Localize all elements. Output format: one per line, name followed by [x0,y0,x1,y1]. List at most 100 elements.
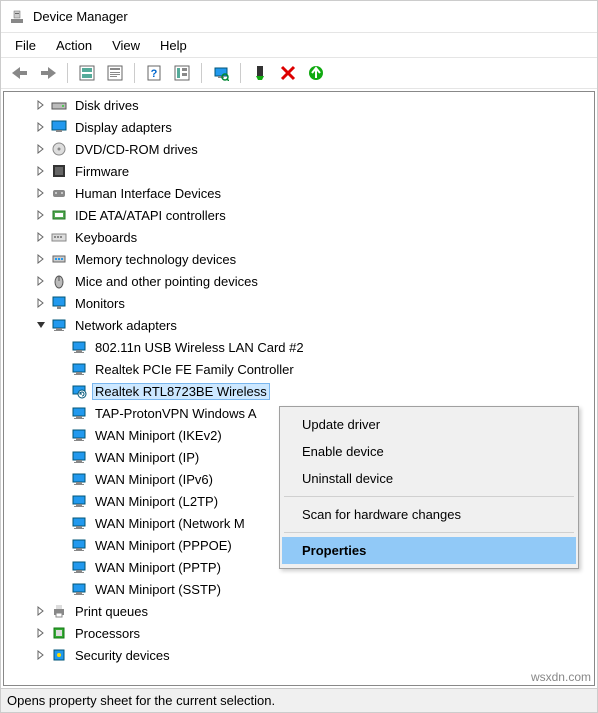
tree-item[interactable]: Security devices [6,644,594,666]
no-expand [54,450,68,464]
tree-item[interactable]: Realtek PCIe FE Family Controller [6,358,594,380]
net-icon [70,536,88,554]
context-menu-item[interactable]: Scan for hardware changes [282,501,576,528]
tree-item-label: Processors [72,625,143,642]
tree-item-label: Keyboards [72,229,140,246]
toolbar-separator [67,63,68,83]
context-menu-item[interactable]: Enable device [282,438,576,465]
expand-icon[interactable] [34,142,48,156]
tree-item-label: Disk drives [72,97,142,114]
tree-item-label: WAN Miniport (L2TP) [92,493,221,510]
tree-item-label: WAN Miniport (IKEv2) [92,427,225,444]
expand-icon[interactable] [34,296,48,310]
scan-hardware-button[interactable] [208,60,234,86]
tree-item-label: Monitors [72,295,128,312]
show-hide-tree-button[interactable] [74,60,100,86]
tree-item[interactable]: Keyboards [6,226,594,248]
expand-icon[interactable] [34,186,48,200]
tree-item[interactable]: Network adapters [6,314,594,336]
app-icon [9,9,25,25]
net-icon [70,580,88,598]
net-icon [70,426,88,444]
tree-item[interactable]: Disk drives [6,94,594,116]
menu-action[interactable]: Action [46,36,102,55]
context-menu-item[interactable]: Uninstall device [282,465,576,492]
tree-item-label: WAN Miniport (PPPOE) [92,537,235,554]
expand-icon[interactable] [34,98,48,112]
tree-item[interactable]: 802.11n USB Wireless LAN Card #2 [6,336,594,358]
menu-divider [284,532,574,533]
uninstall-button[interactable] [275,60,301,86]
net-icon [70,558,88,576]
expand-icon[interactable] [34,164,48,178]
collapse-icon[interactable] [34,318,48,332]
expand-icon[interactable] [34,274,48,288]
tree-item-label: 802.11n USB Wireless LAN Card #2 [92,339,307,356]
tree-item[interactable]: DVD/CD-ROM drives [6,138,594,160]
tree-item[interactable]: Mice and other pointing devices [6,270,594,292]
tree-item-label: Memory technology devices [72,251,239,268]
net-icon [70,492,88,510]
no-expand [54,406,68,420]
toolbar-separator [240,63,241,83]
menu-file[interactable]: File [5,36,46,55]
menu-help[interactable]: Help [150,36,197,55]
expand-icon[interactable] [34,626,48,640]
no-expand [54,428,68,442]
tree-item-label: WAN Miniport (Network M [92,515,248,532]
no-expand [54,538,68,552]
tree-item[interactable]: Memory technology devices [6,248,594,270]
device-tree-area[interactable]: Disk drives Display adapters DVD/CD-ROM dr… [3,91,595,686]
tree-item[interactable]: Monitors [6,292,594,314]
security-icon [50,646,68,664]
expand-icon[interactable] [34,648,48,662]
tree-item[interactable]: Realtek RTL8723BE Wireless [6,380,594,402]
watermark: wsxdn.com [531,670,591,684]
tree-item[interactable]: Human Interface Devices [6,182,594,204]
help-button[interactable]: ? [141,60,167,86]
titlebar: Device Manager [1,1,597,33]
tree-item[interactable]: Processors [6,622,594,644]
svg-text:?: ? [151,68,158,80]
net-icon [70,470,88,488]
tree-item[interactable]: Firmware [6,160,594,182]
no-expand [54,472,68,486]
tree-item[interactable]: IDE ATA/ATAPI controllers [6,204,594,226]
net-icon [70,338,88,356]
context-menu-item[interactable]: Update driver [282,411,576,438]
toolbar-separator [201,63,202,83]
keyboard-icon [50,228,68,246]
context-menu-item[interactable]: Properties [282,537,576,564]
nav-forward-button[interactable] [35,60,61,86]
expand-icon[interactable] [34,604,48,618]
dvd-icon [50,140,68,158]
status-text: Opens property sheet for the current sel… [7,693,275,708]
display-icon [50,118,68,136]
tree-item-label: DVD/CD-ROM drives [72,141,201,158]
tree-item[interactable]: Print queues [6,600,594,622]
update-driver-button[interactable] [303,60,329,86]
menu-view[interactable]: View [102,36,150,55]
tree-item-label: Human Interface Devices [72,185,224,202]
tree-item-label: Realtek RTL8723BE Wireless [92,383,270,400]
enable-device-button[interactable] [247,60,273,86]
expand-icon[interactable] [34,208,48,222]
printer-icon [50,602,68,620]
tree-item[interactable]: WAN Miniport (SSTP) [6,578,594,600]
expand-icon[interactable] [34,230,48,244]
ide-icon [50,206,68,224]
net-refresh-icon [70,382,88,400]
toolbar: ? [1,57,597,89]
memtech-icon [50,250,68,268]
toolbar-separator [134,63,135,83]
tree-item-label: WAN Miniport (IP) [92,449,202,466]
nav-back-button[interactable] [7,60,33,86]
no-expand [54,516,68,530]
no-expand [54,494,68,508]
action-button[interactable] [169,60,195,86]
expand-icon[interactable] [34,252,48,266]
tree-item-label: WAN Miniport (SSTP) [92,581,224,598]
expand-icon[interactable] [34,120,48,134]
properties-button[interactable] [102,60,128,86]
tree-item[interactable]: Display adapters [6,116,594,138]
